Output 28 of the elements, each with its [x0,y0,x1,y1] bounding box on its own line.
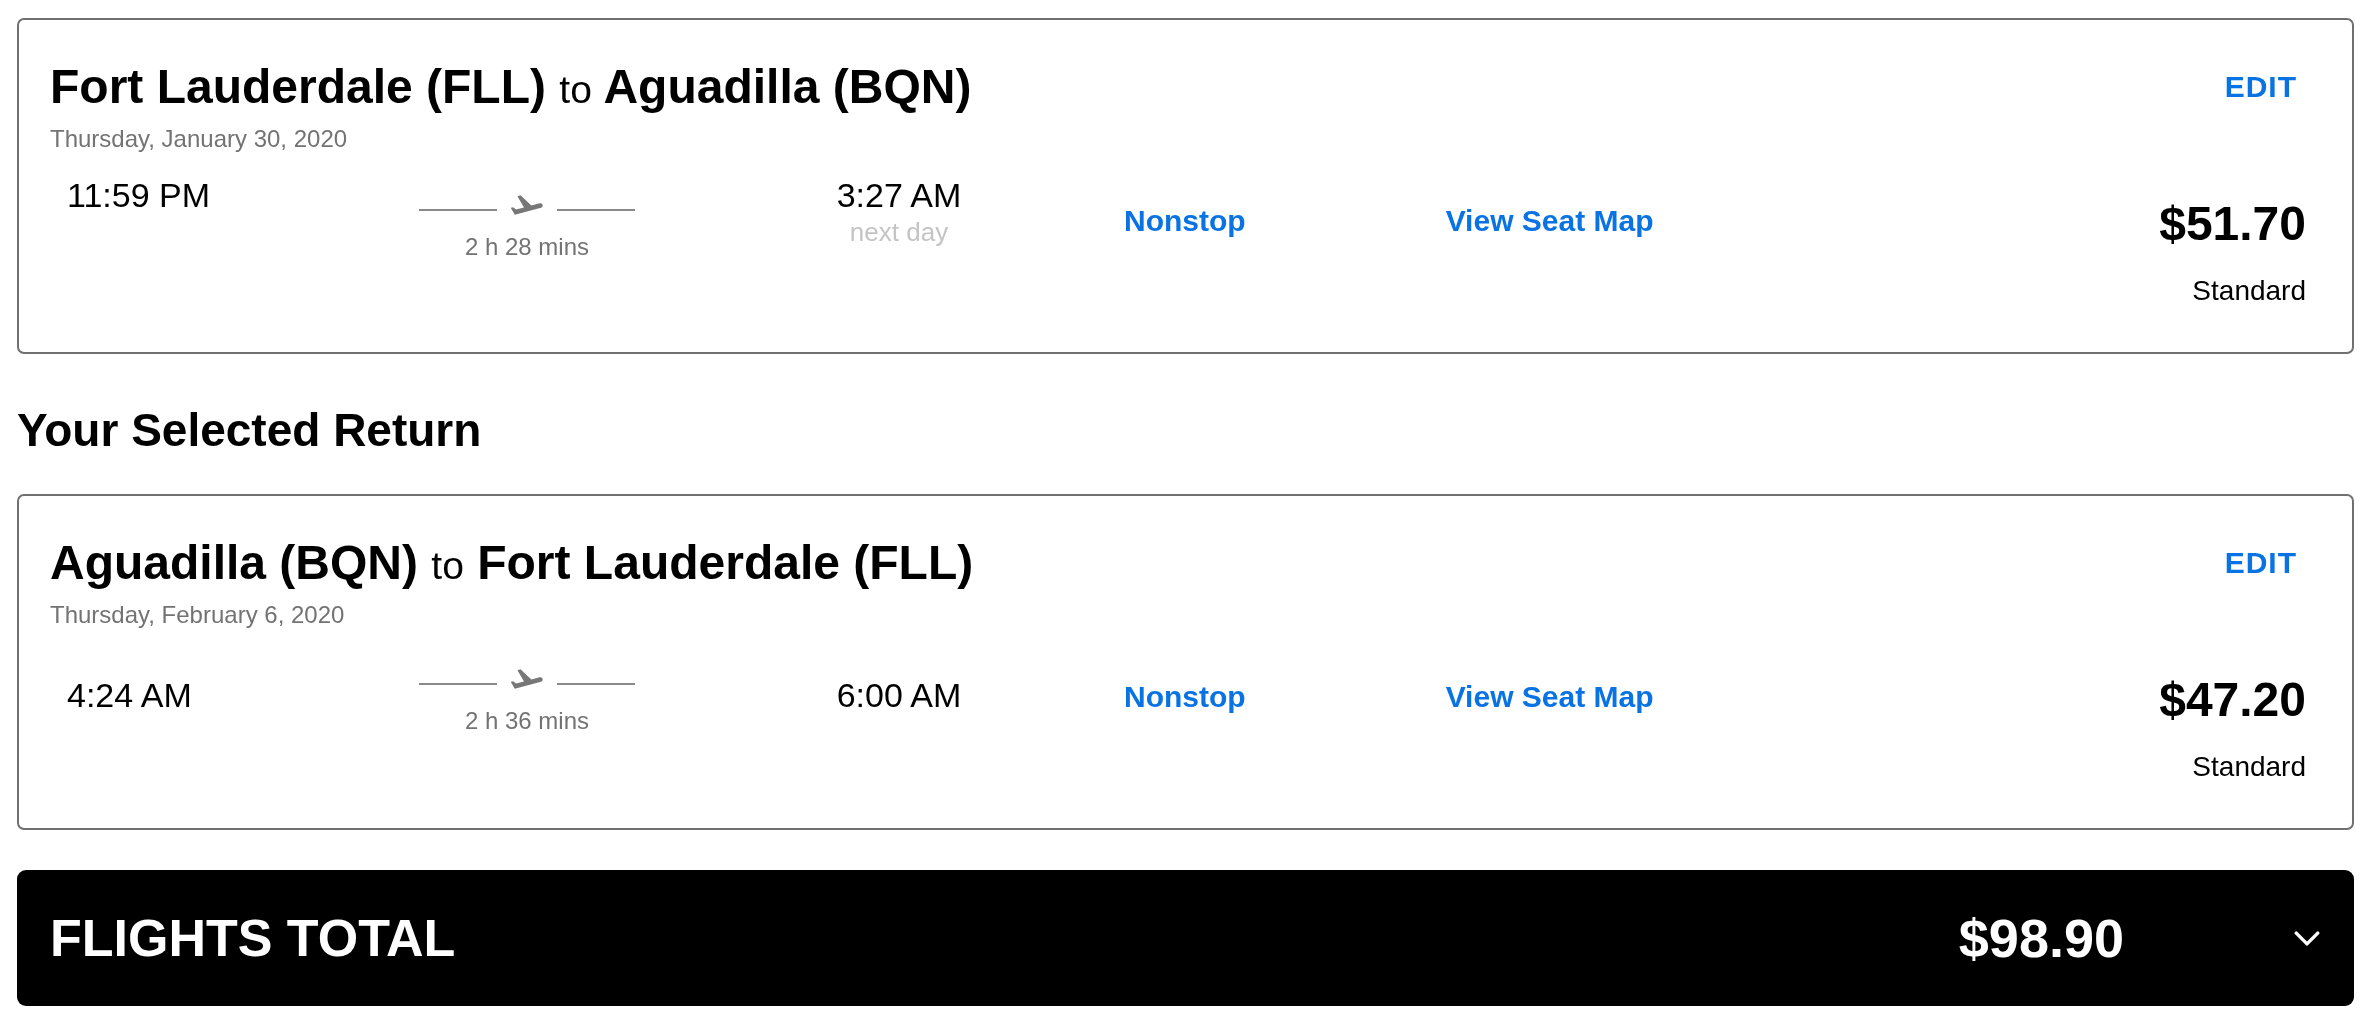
flight-date: Thursday, January 30, 2020 [50,124,348,154]
flight-duration: 2 h 28 mins [464,232,590,262]
total-amount: $98.90 [1958,907,2124,969]
stops-link[interactable]: Nonstop [1124,203,1246,239]
flight-date: Thursday, February 6, 2020 [50,600,345,630]
chevron-down-icon[interactable] [2294,930,2320,946]
edit-link[interactable]: EDIT [2224,545,2297,581]
flight-price: $47.20 [2159,673,2306,727]
flights-total-bar[interactable]: FLIGHTS TOTAL $98.90 [17,870,2354,1006]
stops-link[interactable]: Nonstop [1124,679,1246,715]
fare-type: Standard [2192,751,2306,783]
section-heading: Your Selected Return [17,404,482,456]
airplane-icon [511,669,543,690]
seat-map-link[interactable]: View Seat Map [1445,679,1654,715]
flight-duration: 2 h 36 mins [464,706,590,736]
flight-price: $51.70 [2159,197,2306,251]
fare-type: Standard [2192,275,2306,307]
arrival-note: next day [849,217,949,247]
arrival-time: 6:00 AM [836,675,962,716]
airplane-icon [511,195,543,216]
departure-time: 4:24 AM [67,675,192,716]
route-title: Aguadilla (BQN) to Fort Lauderdale (FLL) [50,537,974,591]
route-title: Fort Lauderdale (FLL) to Aguadilla (BQN) [50,61,972,115]
total-label: FLIGHTS TOTAL [50,908,456,968]
edit-link[interactable]: EDIT [2224,69,2297,105]
arrival-time: 3:27 AM [836,175,962,216]
seat-map-link[interactable]: View Seat Map [1445,203,1654,239]
departure-time: 11:59 PM [67,175,210,216]
